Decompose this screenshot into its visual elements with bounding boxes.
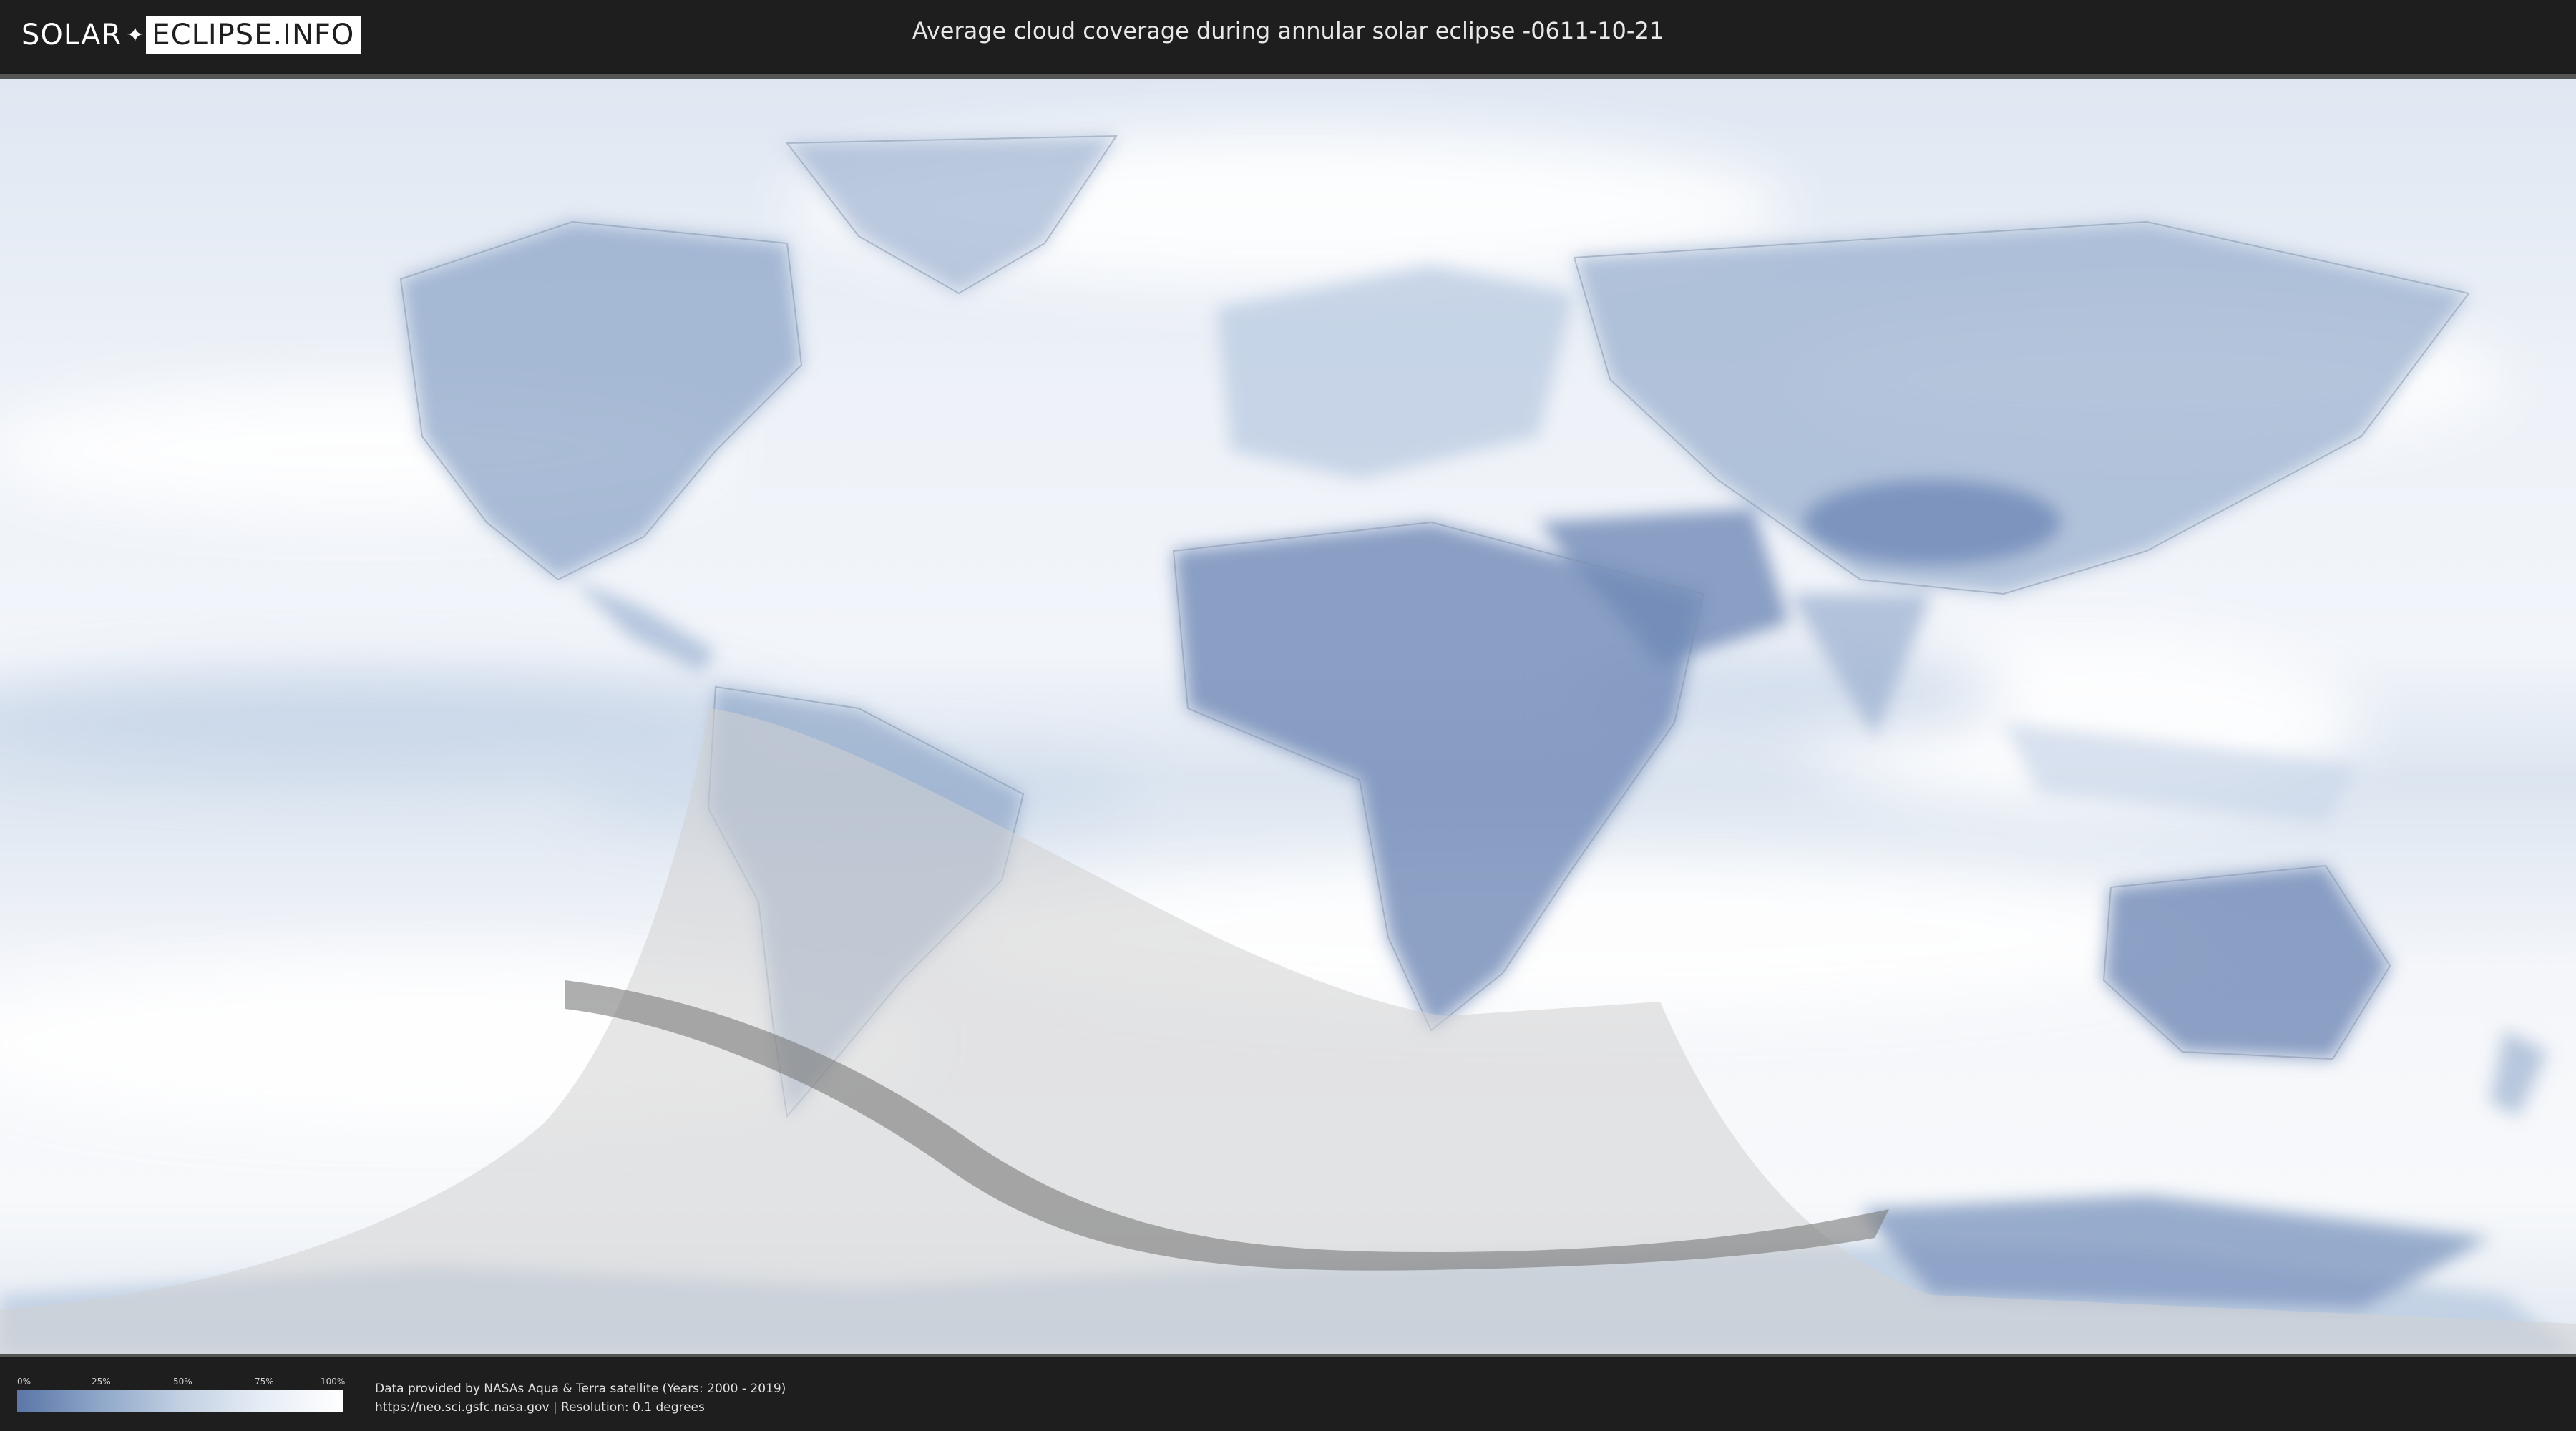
legend-tick-0: 0% xyxy=(17,1377,31,1387)
page-title: Average cloud coverage during annular so… xyxy=(912,17,1664,44)
credit-line-1: Data provided by NASAs Aqua & Terra sate… xyxy=(375,1382,786,1396)
legend-tick-50: 50% xyxy=(173,1377,192,1387)
legend-tick-25: 25% xyxy=(92,1377,111,1387)
credit-line-2[interactable]: https://neo.sci.gsfc.nasa.gov | Resoluti… xyxy=(375,1398,786,1417)
cloud-coverage-map xyxy=(0,74,2576,1357)
legend-color-bar xyxy=(17,1390,343,1412)
legend-tick-75: 75% xyxy=(255,1377,274,1387)
data-credit: Data provided by NASAs Aqua & Terra sate… xyxy=(375,1379,786,1417)
footer: 0% 25% 50% 75% 100% Data provided by NAS… xyxy=(0,1359,2576,1431)
header: SOLAR ✦ ECLIPSE.INFO Average cloud cover… xyxy=(0,0,2576,72)
legend-tick-100: 100% xyxy=(321,1377,346,1387)
legend-ticks: 0% 25% 50% 75% 100% xyxy=(17,1377,346,1390)
cloud-coverage-legend: 0% 25% 50% 75% 100% xyxy=(17,1377,346,1412)
map-svg xyxy=(0,79,2576,1354)
